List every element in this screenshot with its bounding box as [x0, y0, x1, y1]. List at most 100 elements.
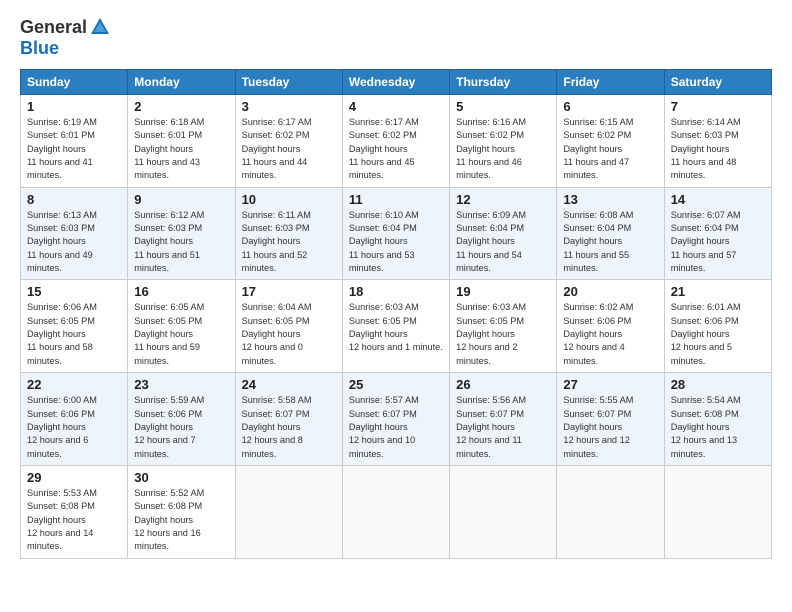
calendar-cell: 24 Sunrise: 5:58 AMSunset: 6:07 PMDayligh…: [235, 373, 342, 466]
calendar-cell: [557, 465, 664, 558]
day-number: 5: [456, 99, 550, 114]
calendar-cell: 3 Sunrise: 6:17 AMSunset: 6:02 PMDaylight…: [235, 95, 342, 188]
calendar-cell: 27 Sunrise: 5:55 AMSunset: 6:07 PMDayligh…: [557, 373, 664, 466]
day-number: 3: [242, 99, 336, 114]
weekday-header: Sunday: [21, 70, 128, 95]
day-number: 6: [563, 99, 657, 114]
calendar-cell: 29Sunrise: 5:53 AMSunset: 6:08 PMDayligh…: [21, 465, 128, 558]
calendar-cell: 8 Sunrise: 6:13 AMSunset: 6:03 PMDaylight…: [21, 187, 128, 280]
calendar-table: SundayMondayTuesdayWednesdayThursdayFrid…: [20, 69, 772, 559]
calendar-cell: 1Sunrise: 6:19 AMSunset: 6:01 PMDaylight…: [21, 95, 128, 188]
cell-info: Sunrise: 6:02 AMSunset: 6:06 PMDaylight …: [563, 301, 657, 368]
logo-icon: [89, 16, 111, 38]
header: General Blue: [20, 16, 772, 59]
calendar-cell: 14 Sunrise: 6:07 AMSunset: 6:04 PMDayligh…: [664, 187, 771, 280]
calendar-cell: 19Sunrise: 6:03 AMSunset: 6:05 PMDayligh…: [450, 280, 557, 373]
calendar-cell: 5Sunrise: 6:16 AMSunset: 6:02 PMDaylight…: [450, 95, 557, 188]
calendar-cell: 6 Sunrise: 6:15 AMSunset: 6:02 PMDaylight…: [557, 95, 664, 188]
calendar-cell: 25Sunrise: 5:57 AMSunset: 6:07 PMDayligh…: [342, 373, 449, 466]
day-number: 30: [134, 470, 228, 485]
weekday-header: Monday: [128, 70, 235, 95]
calendar-cell: 2Sunrise: 6:18 AMSunset: 6:01 PMDaylight…: [128, 95, 235, 188]
cell-info: Sunrise: 6:13 AMSunset: 6:03 PMDaylight …: [27, 209, 121, 276]
calendar-cell: 9 Sunrise: 6:12 AMSunset: 6:03 PMDaylight…: [128, 187, 235, 280]
weekday-header: Saturday: [664, 70, 771, 95]
cell-info: Sunrise: 6:05 AMSunset: 6:05 PMDaylight …: [134, 301, 228, 368]
calendar-week-row: 1Sunrise: 6:19 AMSunset: 6:01 PMDaylight…: [21, 95, 772, 188]
calendar-cell: 13 Sunrise: 6:08 AMSunset: 6:04 PMDayligh…: [557, 187, 664, 280]
calendar-cell: 21 Sunrise: 6:01 AMSunset: 6:06 PMDayligh…: [664, 280, 771, 373]
cell-info: Sunrise: 6:17 AMSunset: 6:02 PMDaylight …: [242, 116, 336, 183]
calendar-week-row: 22Sunrise: 6:00 AMSunset: 6:06 PMDayligh…: [21, 373, 772, 466]
cell-info: Sunrise: 5:58 AMSunset: 6:07 PMDaylight …: [242, 394, 336, 461]
day-number: 28: [671, 377, 765, 392]
cell-info: Sunrise: 6:09 AMSunset: 6:04 PMDaylight …: [456, 209, 550, 276]
day-number: 14: [671, 192, 765, 207]
day-number: 9: [134, 192, 228, 207]
calendar-cell: 20 Sunrise: 6:02 AMSunset: 6:06 PMDayligh…: [557, 280, 664, 373]
day-number: 16: [134, 284, 228, 299]
calendar-cell: 10Sunrise: 6:11 AMSunset: 6:03 PMDayligh…: [235, 187, 342, 280]
cell-info: Sunrise: 6:15 AMSunset: 6:02 PMDaylight …: [563, 116, 657, 183]
day-number: 21: [671, 284, 765, 299]
logo: General Blue: [20, 16, 111, 59]
day-number: 23: [134, 377, 228, 392]
cell-info: Sunrise: 5:59 AMSunset: 6:06 PMDaylight …: [134, 394, 228, 461]
calendar-cell: 22Sunrise: 6:00 AMSunset: 6:06 PMDayligh…: [21, 373, 128, 466]
cell-info: Sunrise: 6:19 AMSunset: 6:01 PMDaylight …: [27, 116, 121, 183]
logo-general-text: General: [20, 17, 87, 38]
cell-info: Sunrise: 6:06 AMSunset: 6:05 PMDaylight …: [27, 301, 121, 368]
calendar-cell: 30 Sunrise: 5:52 AMSunset: 6:08 PMDayligh…: [128, 465, 235, 558]
cell-info: Sunrise: 6:14 AMSunset: 6:03 PMDaylight …: [671, 116, 765, 183]
cell-info: Sunrise: 6:07 AMSunset: 6:04 PMDaylight …: [671, 209, 765, 276]
cell-info: Sunrise: 5:56 AMSunset: 6:07 PMDaylight …: [456, 394, 550, 461]
day-number: 10: [242, 192, 336, 207]
day-number: 17: [242, 284, 336, 299]
weekday-header: Thursday: [450, 70, 557, 95]
day-number: 13: [563, 192, 657, 207]
day-number: 15: [27, 284, 121, 299]
page: General Blue SundayMondayTuesdayWednesda…: [0, 0, 792, 612]
cell-info: Sunrise: 6:03 AMSunset: 6:05 PMDaylight …: [349, 301, 443, 354]
cell-info: Sunrise: 5:52 AMSunset: 6:08 PMDaylight …: [134, 487, 228, 554]
weekday-header: Tuesday: [235, 70, 342, 95]
day-number: 27: [563, 377, 657, 392]
day-number: 12: [456, 192, 550, 207]
cell-info: Sunrise: 6:18 AMSunset: 6:01 PMDaylight …: [134, 116, 228, 183]
calendar-cell: [450, 465, 557, 558]
cell-info: Sunrise: 5:57 AMSunset: 6:07 PMDaylight …: [349, 394, 443, 461]
calendar-cell: [664, 465, 771, 558]
calendar-week-row: 15 Sunrise: 6:06 AMSunset: 6:05 PMDayligh…: [21, 280, 772, 373]
cell-info: Sunrise: 6:12 AMSunset: 6:03 PMDaylight …: [134, 209, 228, 276]
day-number: 26: [456, 377, 550, 392]
weekday-header: Wednesday: [342, 70, 449, 95]
cell-info: Sunrise: 6:04 AMSunset: 6:05 PMDaylight …: [242, 301, 336, 368]
cell-info: Sunrise: 6:01 AMSunset: 6:06 PMDaylight …: [671, 301, 765, 368]
logo-blue-text: Blue: [20, 38, 59, 59]
calendar-cell: [235, 465, 342, 558]
calendar-cell: 4 Sunrise: 6:17 AMSunset: 6:02 PMDaylight…: [342, 95, 449, 188]
calendar-cell: 28 Sunrise: 5:54 AMSunset: 6:08 PMDayligh…: [664, 373, 771, 466]
cell-info: Sunrise: 5:53 AMSunset: 6:08 PMDaylight …: [27, 487, 121, 554]
cell-info: Sunrise: 5:54 AMSunset: 6:08 PMDaylight …: [671, 394, 765, 461]
day-number: 20: [563, 284, 657, 299]
day-number: 24: [242, 377, 336, 392]
cell-info: Sunrise: 6:00 AMSunset: 6:06 PMDaylight …: [27, 394, 121, 461]
calendar-cell: 18 Sunrise: 6:03 AMSunset: 6:05 PMDayligh…: [342, 280, 449, 373]
cell-info: Sunrise: 6:17 AMSunset: 6:02 PMDaylight …: [349, 116, 443, 183]
cell-info: Sunrise: 6:08 AMSunset: 6:04 PMDaylight …: [563, 209, 657, 276]
calendar-cell: 15 Sunrise: 6:06 AMSunset: 6:05 PMDayligh…: [21, 280, 128, 373]
day-number: 11: [349, 192, 443, 207]
calendar-cell: 7Sunrise: 6:14 AMSunset: 6:03 PMDaylight…: [664, 95, 771, 188]
day-number: 18: [349, 284, 443, 299]
calendar-week-row: 29Sunrise: 5:53 AMSunset: 6:08 PMDayligh…: [21, 465, 772, 558]
cell-info: Sunrise: 6:03 AMSunset: 6:05 PMDaylight …: [456, 301, 550, 368]
calendar-cell: [342, 465, 449, 558]
day-number: 8: [27, 192, 121, 207]
calendar-cell: 12 Sunrise: 6:09 AMSunset: 6:04 PMDayligh…: [450, 187, 557, 280]
day-number: 4: [349, 99, 443, 114]
calendar-cell: 17 Sunrise: 6:04 AMSunset: 6:05 PMDayligh…: [235, 280, 342, 373]
cell-info: Sunrise: 5:55 AMSunset: 6:07 PMDaylight …: [563, 394, 657, 461]
cell-info: Sunrise: 6:10 AMSunset: 6:04 PMDaylight …: [349, 209, 443, 276]
calendar-cell: 26 Sunrise: 5:56 AMSunset: 6:07 PMDayligh…: [450, 373, 557, 466]
